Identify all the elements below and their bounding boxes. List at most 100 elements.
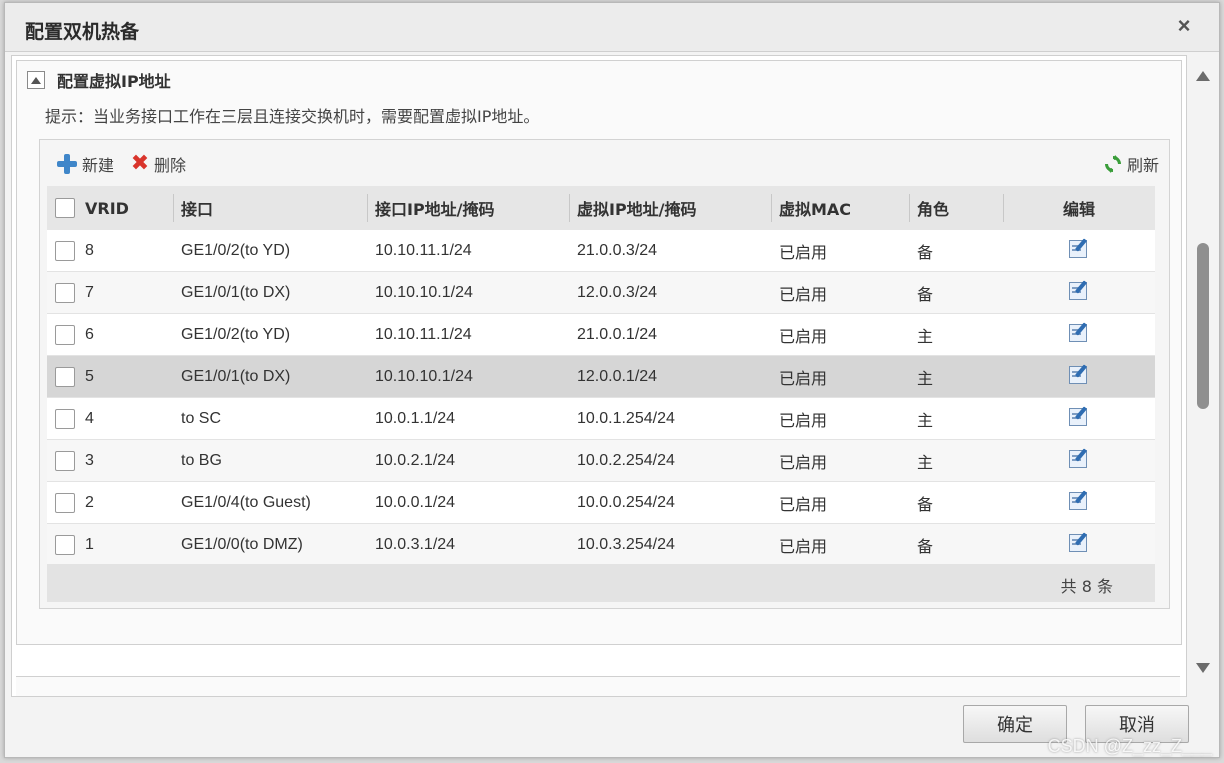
cell-edit <box>1003 355 1155 398</box>
cell-virtual-mac: 已启用 <box>771 230 909 272</box>
cell-edit <box>1003 523 1155 566</box>
cell-virtual-mac: 已启用 <box>771 481 909 524</box>
vrid-value: 7 <box>85 283 94 301</box>
vrid-value: 5 <box>85 367 94 385</box>
vrid-value: 1 <box>85 535 94 553</box>
cell-virtual-mac: 已启用 <box>771 313 909 356</box>
table-row[interactable]: 6 GE1/0/2(to YD) 10.10.11.1/24 21.0.0.1/24 已… <box>47 313 1155 356</box>
cell-edit <box>1003 397 1155 440</box>
cell-role: 主 <box>909 313 1003 356</box>
row-checkbox[interactable] <box>55 534 75 555</box>
cell-vrid: 5 <box>47 355 173 398</box>
table-row[interactable]: 3 to BG 10.0.2.1/24 10.0.2.254/24 已启用主 <box>47 439 1155 482</box>
edit-icon[interactable] <box>1068 322 1090 342</box>
edit-icon[interactable] <box>1068 490 1090 510</box>
cell-virtual-ip: 12.0.0.3/24 <box>569 271 771 314</box>
edit-icon[interactable] <box>1068 406 1090 426</box>
header-interface[interactable]: 接口 <box>173 186 367 230</box>
table-row[interactable]: 5 GE1/0/1(to DX) 10.10.10.1/24 12.0.0.1/24 已… <box>47 355 1155 398</box>
cell-vrid: 3 <box>47 439 173 482</box>
row-checkbox[interactable] <box>55 366 75 387</box>
cell-vrid: 1 <box>47 523 173 566</box>
edit-icon[interactable] <box>1068 280 1090 300</box>
dialog-title: 配置双机热备 <box>25 21 140 43</box>
hint-text: 提示：当业务接口工作在三层且连接交换机时，需要配置虚拟IP地址。 <box>45 107 540 126</box>
row-checkbox[interactable] <box>55 408 75 429</box>
header-vrid: VRID <box>47 186 173 230</box>
table-row[interactable]: 4 to SC 10.0.1.1/24 10.0.1.254/24 已启用主 <box>47 397 1155 440</box>
cell-interface-ip: 10.10.10.1/24 <box>367 355 569 398</box>
table-row[interactable]: 2 GE1/0/4(to Guest) 10.0.0.1/24 10.0.0.254/… <box>47 481 1155 524</box>
cell-virtual-ip: 10.0.0.254/24 <box>569 481 771 524</box>
row-checkbox[interactable] <box>55 324 75 345</box>
row-checkbox[interactable] <box>55 282 75 303</box>
delete-button[interactable]: ✖ 删除 <box>130 152 186 176</box>
header-edit: 编辑 <box>1003 186 1155 230</box>
vertical-scrollbar[interactable] <box>1189 63 1215 683</box>
vrid-value: 4 <box>85 409 94 427</box>
cell-role: 备 <box>909 523 1003 566</box>
plus-icon <box>56 153 78 175</box>
edit-icon[interactable] <box>1068 448 1090 468</box>
header-role[interactable]: 角色 <box>909 186 1003 230</box>
cell-interface-ip: 10.0.0.1/24 <box>367 481 569 524</box>
row-checkbox[interactable] <box>55 240 75 261</box>
collapse-toggle-icon[interactable] <box>27 71 45 89</box>
select-all-checkbox[interactable] <box>55 198 75 219</box>
scroll-thumb[interactable] <box>1197 243 1209 409</box>
cell-role: 主 <box>909 397 1003 440</box>
cell-virtual-ip: 21.0.0.1/24 <box>569 313 771 356</box>
dialog-titlebar: 配置双机热备 × <box>5 3 1219 52</box>
header-virtual-mac[interactable]: 虚拟MAC <box>771 186 909 230</box>
cell-role: 主 <box>909 355 1003 398</box>
cell-edit <box>1003 439 1155 482</box>
scroll-up-icon[interactable] <box>1196 71 1210 81</box>
cell-vrid: 7 <box>47 271 173 314</box>
watermark: CSDN @Z_zz_Z___ <box>1047 736 1212 756</box>
total-count: 共 8 条 <box>1060 577 1113 596</box>
vrid-value: 3 <box>85 451 94 469</box>
section-header: 配置虚拟IP地址 <box>27 69 171 91</box>
close-icon[interactable]: × <box>1171 13 1197 39</box>
cell-interface: GE1/0/1(to DX) <box>173 271 367 314</box>
grid-toolbar: 新建 ✖ 删除 刷新 <box>50 148 1159 178</box>
cell-virtual-ip: 10.0.2.254/24 <box>569 439 771 482</box>
cell-interface: GE1/0/2(to YD) <box>173 313 367 356</box>
vrid-table: VRID 接口 接口IP地址/掩码 虚拟IP地址/掩码 虚拟MAC 角色 编辑 … <box>47 186 1155 566</box>
cell-edit <box>1003 271 1155 314</box>
grid-panel: 新建 ✖ 删除 刷新 VRID 接口 接口IP地址/掩码 虚拟IP地址/掩码 虚… <box>39 139 1170 609</box>
row-checkbox[interactable] <box>55 450 75 471</box>
cell-role: 备 <box>909 271 1003 314</box>
edit-icon[interactable] <box>1068 364 1090 384</box>
scroll-down-icon[interactable] <box>1196 663 1210 673</box>
edit-icon[interactable] <box>1068 532 1090 552</box>
cell-virtual-ip: 12.0.0.1/24 <box>569 355 771 398</box>
cell-virtual-mac: 已启用 <box>771 397 909 440</box>
table-body: 8 GE1/0/2(to YD) 10.10.11.1/24 21.0.0.3/24 已… <box>47 230 1155 566</box>
cell-edit <box>1003 481 1155 524</box>
header-interface-ip[interactable]: 接口IP地址/掩码 <box>367 186 569 230</box>
cell-role: 主 <box>909 439 1003 482</box>
cell-vrid: 2 <box>47 481 173 524</box>
dialog-content: 配置虚拟IP地址 提示：当业务接口工作在三层且连接交换机时，需要配置虚拟IP地址… <box>11 55 1187 697</box>
section-title: 配置虚拟IP地址 <box>57 72 171 91</box>
cell-edit <box>1003 230 1155 272</box>
edit-icon[interactable] <box>1068 238 1090 258</box>
cell-interface: to BG <box>173 439 367 482</box>
cell-vrid: 8 <box>47 230 173 272</box>
cell-interface-ip: 10.0.3.1/24 <box>367 523 569 566</box>
cell-interface-ip: 10.0.1.1/24 <box>367 397 569 440</box>
table-row[interactable]: 1 GE1/0/0(to DMZ) 10.0.3.1/24 10.0.3.254/24… <box>47 523 1155 566</box>
table-header-row: VRID 接口 接口IP地址/掩码 虚拟IP地址/掩码 虚拟MAC 角色 编辑 <box>47 186 1155 230</box>
cell-interface-ip: 10.10.10.1/24 <box>367 271 569 314</box>
refresh-button[interactable]: 刷新 <box>1103 152 1159 176</box>
new-label: 新建 <box>82 156 115 175</box>
table-row[interactable]: 8 GE1/0/2(to YD) 10.10.11.1/24 21.0.0.3/24 已… <box>47 230 1155 272</box>
header-virtual-ip[interactable]: 虚拟IP地址/掩码 <box>569 186 771 230</box>
cell-role: 备 <box>909 481 1003 524</box>
cell-virtual-mac: 已启用 <box>771 355 909 398</box>
row-checkbox[interactable] <box>55 492 75 513</box>
new-button[interactable]: 新建 <box>56 152 114 176</box>
table-row[interactable]: 7 GE1/0/1(to DX) 10.10.10.1/24 12.0.0.3/24 已… <box>47 271 1155 314</box>
cell-virtual-ip: 10.0.3.254/24 <box>569 523 771 566</box>
